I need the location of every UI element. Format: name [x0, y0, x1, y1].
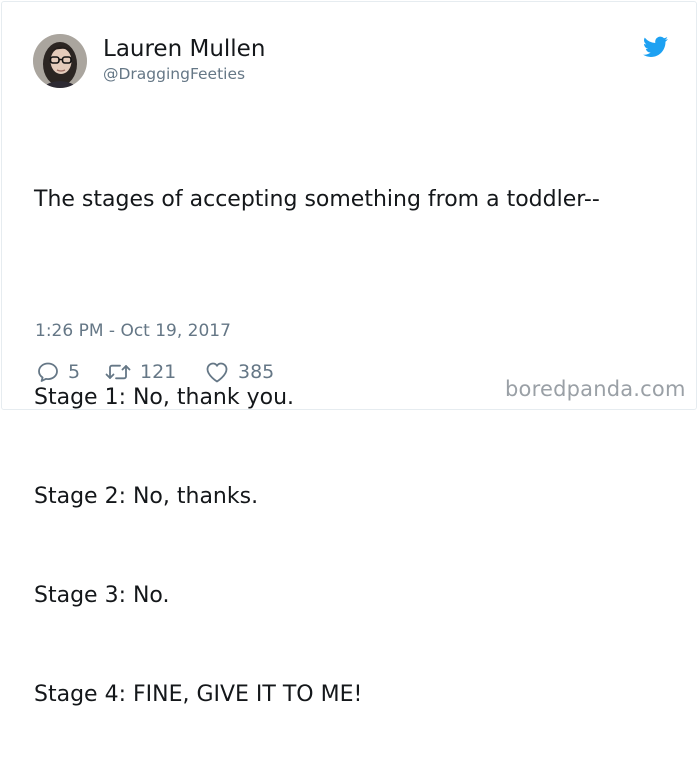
tweet-line: Stage 4: FINE, GIVE IT TO ME!	[34, 682, 363, 707]
avatar-photo	[33, 34, 87, 88]
watermark: boredpanda.com	[505, 377, 686, 401]
tweet-line: Stage 3: No.	[34, 583, 170, 608]
reply-icon	[38, 362, 58, 382]
avatar[interactable]	[33, 34, 87, 88]
retweet-count: 121	[140, 361, 177, 383]
heart-icon	[206, 362, 228, 383]
tweet-line	[34, 282, 600, 315]
display-name[interactable]: Lauren Mullen	[103, 35, 265, 63]
retweet-button[interactable]: 121	[104, 358, 204, 386]
tweet-text: The stages of accepting something from a…	[34, 117, 600, 777]
tweet-timestamp[interactable]: 1:26 PM - Oct 19, 2017	[35, 320, 231, 342]
twitter-bird-icon[interactable]	[643, 36, 668, 58]
tweet-card: Lauren Mullen @DraggingFeeties The stage…	[1, 1, 697, 707]
tweet-actions: 5 121 385	[36, 358, 274, 386]
tweet-line: The stages of accepting something from a…	[34, 187, 600, 212]
like-button[interactable]: 385	[204, 358, 274, 386]
reply-count: 5	[68, 361, 81, 383]
user-handle[interactable]: @DraggingFeeties	[103, 64, 245, 84]
tweet-line: Stage 2: No, thanks.	[34, 484, 259, 509]
like-count: 385	[238, 361, 275, 383]
retweet-icon	[105, 364, 131, 380]
reply-button[interactable]: 5	[36, 358, 104, 386]
